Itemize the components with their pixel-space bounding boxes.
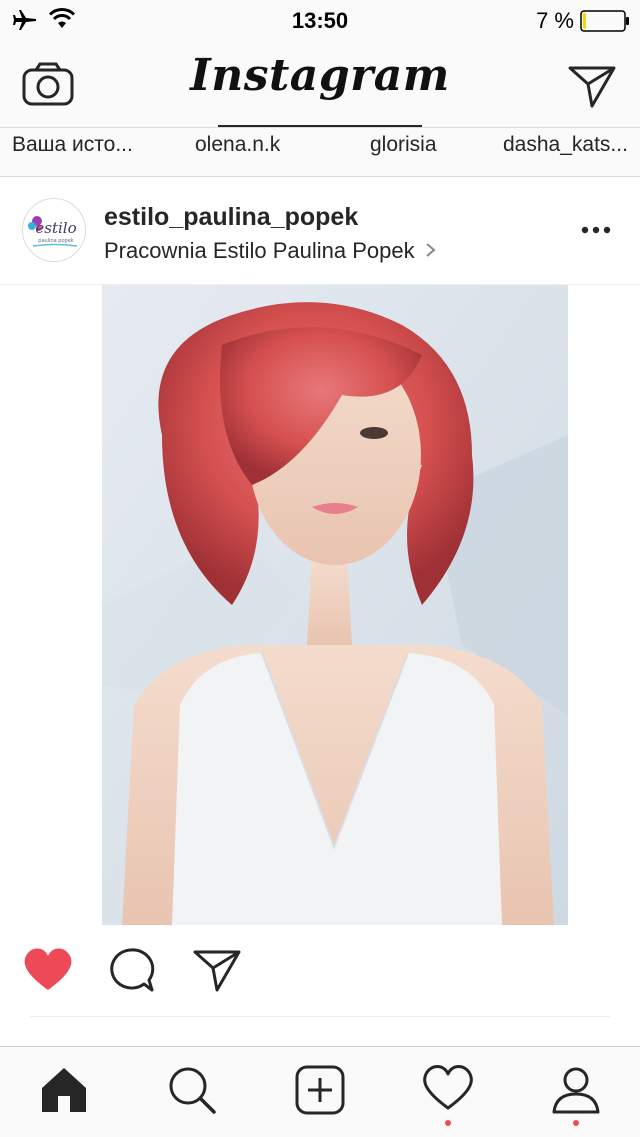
post-photo[interactable]: [102, 285, 568, 925]
post-username[interactable]: estilo_paulina_popek: [104, 203, 358, 232]
activity-notification-dot: [445, 1120, 451, 1126]
share-button[interactable]: [192, 946, 244, 998]
more-icon[interactable]: [580, 222, 612, 243]
likes-divider: [30, 1016, 610, 1017]
home-icon: [38, 1068, 90, 1120]
avatar[interactable]: estilo paulina popek: [22, 198, 86, 262]
story-item[interactable]: glorisia: [370, 133, 437, 157]
battery-icon: [580, 10, 632, 37]
like-button[interactable]: [22, 946, 74, 998]
avatar-text: estilo: [35, 219, 76, 237]
tab-profile[interactable]: [550, 1064, 606, 1120]
avatar-subtext: paulina popek: [38, 238, 73, 244]
profile-notification-dot: [573, 1120, 579, 1126]
story-item[interactable]: dasha_kats...: [503, 133, 628, 157]
tab-search[interactable]: [166, 1064, 222, 1120]
post-location-label: Pracownia Estilo Paulina Popek: [104, 238, 415, 263]
story-item-your-story[interactable]: Ваша исто...: [12, 133, 133, 157]
comment-icon: [106, 948, 156, 1000]
post-location[interactable]: Pracownia Estilo Paulina Popek: [104, 238, 437, 264]
story-item[interactable]: olena.n.k: [195, 133, 280, 157]
battery-percent: 7 %: [536, 8, 574, 33]
tab-activity[interactable]: [422, 1064, 478, 1120]
heart-icon: [422, 1065, 474, 1116]
profile-icon: [550, 1067, 602, 1120]
app-logo: Instagram: [190, 50, 450, 101]
chevron-right-icon: [425, 238, 437, 264]
add-icon: [294, 1065, 346, 1120]
tab-home[interactable]: [38, 1064, 94, 1120]
direct-send-icon[interactable]: [568, 64, 616, 113]
tab-add[interactable]: [294, 1064, 350, 1120]
share-icon: [192, 950, 242, 998]
comment-button[interactable]: [106, 946, 158, 998]
heart-filled-icon: [22, 948, 74, 996]
search-icon: [166, 1067, 218, 1120]
